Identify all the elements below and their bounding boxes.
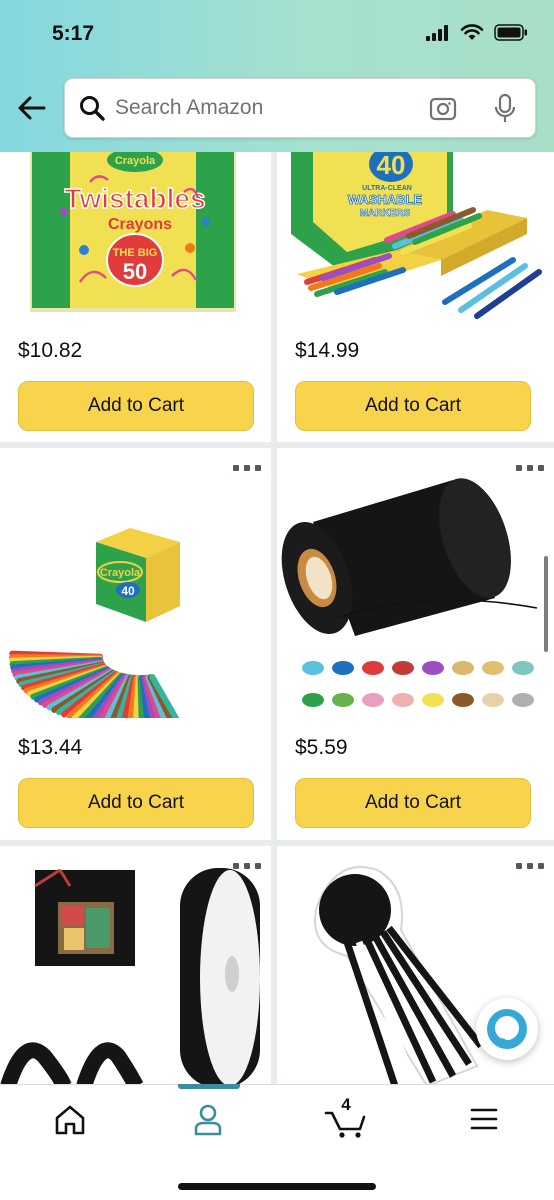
product-price: $13.44 (18, 736, 83, 759)
product-card[interactable]: 40 ULTRA-CLEAN WASHABLE MARKERS $14.99 A… (277, 152, 554, 442)
microphone-icon[interactable] (493, 93, 517, 125)
box-subtitle-text: Crayons (108, 216, 172, 233)
nav-account[interactable] (178, 1099, 238, 1139)
twine-spool (302, 661, 324, 675)
product-price: $14.99 (295, 339, 360, 362)
camera-scan-icon[interactable] (429, 96, 457, 122)
signal-icon (426, 24, 448, 41)
twine-spool (392, 693, 414, 707)
active-tab-indicator (178, 1084, 240, 1089)
twine-spool (512, 693, 534, 707)
header: 5:17 (0, 0, 554, 152)
nav-home[interactable] (40, 1099, 100, 1139)
product-card[interactable] (0, 846, 271, 1086)
twine-spool (452, 661, 474, 675)
box-title-text: Twistables (64, 183, 205, 214)
alexa-icon (487, 1009, 527, 1049)
add-to-cart-button[interactable]: Add to Cart (295, 778, 531, 828)
scroll-indicator[interactable] (544, 556, 548, 652)
box-count-text: 40 (377, 152, 406, 180)
product-image[interactable]: 40 ULTRA-CLEAN WASHABLE MARKERS (277, 152, 554, 320)
twine-spool (452, 693, 474, 707)
wifi-icon (460, 24, 484, 40)
twine-spool (422, 661, 444, 675)
twine-color-spools (302, 661, 534, 707)
search-icon (80, 96, 105, 121)
battery-icon (494, 24, 527, 41)
add-to-cart-button[interactable]: Add to Cart (295, 381, 531, 431)
box-brand-text: Crayola (115, 155, 156, 167)
user-icon (194, 1104, 222, 1136)
box-badge-number: 50 (123, 259, 147, 284)
search-bar[interactable] (64, 78, 536, 138)
back-arrow-icon[interactable] (14, 90, 50, 126)
twine-spool (482, 661, 504, 675)
twine-spool (422, 693, 444, 707)
product-image[interactable]: Crayola Twistables Crayons THE BIG 50 (0, 152, 271, 320)
twine-spool (512, 661, 534, 675)
alexa-button[interactable] (476, 998, 538, 1060)
twine-spool (302, 693, 324, 707)
screen: 5:17 Search Amazon Crayola Twistables Cr… (0, 0, 554, 1200)
product-card[interactable]: Crayola Twistables Crayons THE BIG 50 $1… (0, 152, 271, 442)
box-brand-text: Crayola (100, 567, 141, 579)
markers-fan (9, 650, 180, 718)
add-to-cart-button[interactable]: Add to Cart (18, 778, 254, 828)
product-price: $5.59 (295, 736, 348, 759)
twine-spool (482, 693, 504, 707)
home-indicator[interactable] (178, 1183, 376, 1190)
twine-spool (392, 661, 414, 675)
nav-cart[interactable]: 4 (318, 1095, 378, 1139)
box-tagline-text: ULTRA-CLEAN (362, 185, 412, 192)
box-title-text: WASHABLE (348, 192, 423, 207)
twine-spool (362, 661, 384, 675)
box-count-text: 40 (121, 584, 135, 598)
status-icons (426, 24, 528, 41)
cart-count-badge: 4 (341, 1095, 351, 1114)
add-to-cart-button[interactable]: Add to Cart (18, 381, 254, 431)
menu-icon (470, 1108, 498, 1130)
bottom-nav: 4 (0, 1084, 554, 1200)
product-image[interactable]: Crayola 40 (0, 458, 271, 718)
nav-menu[interactable] (454, 1099, 514, 1139)
status-time: 5:17 (52, 22, 95, 45)
search-input[interactable] (115, 79, 415, 137)
product-card[interactable]: Crayola 40 $13.44 Add to Cart (0, 448, 271, 840)
box-badge-text: THE BIG (113, 247, 158, 259)
product-card[interactable]: $5.59 Add to Cart (277, 448, 554, 840)
twine-spool (332, 661, 354, 675)
product-image[interactable] (0, 846, 271, 1086)
home-icon (55, 1105, 85, 1135)
product-image[interactable] (277, 468, 554, 728)
box-subtitle-text: MARKERS (360, 208, 411, 219)
twine-spool (332, 693, 354, 707)
twine-spool (362, 693, 384, 707)
product-price: $10.82 (18, 339, 83, 362)
